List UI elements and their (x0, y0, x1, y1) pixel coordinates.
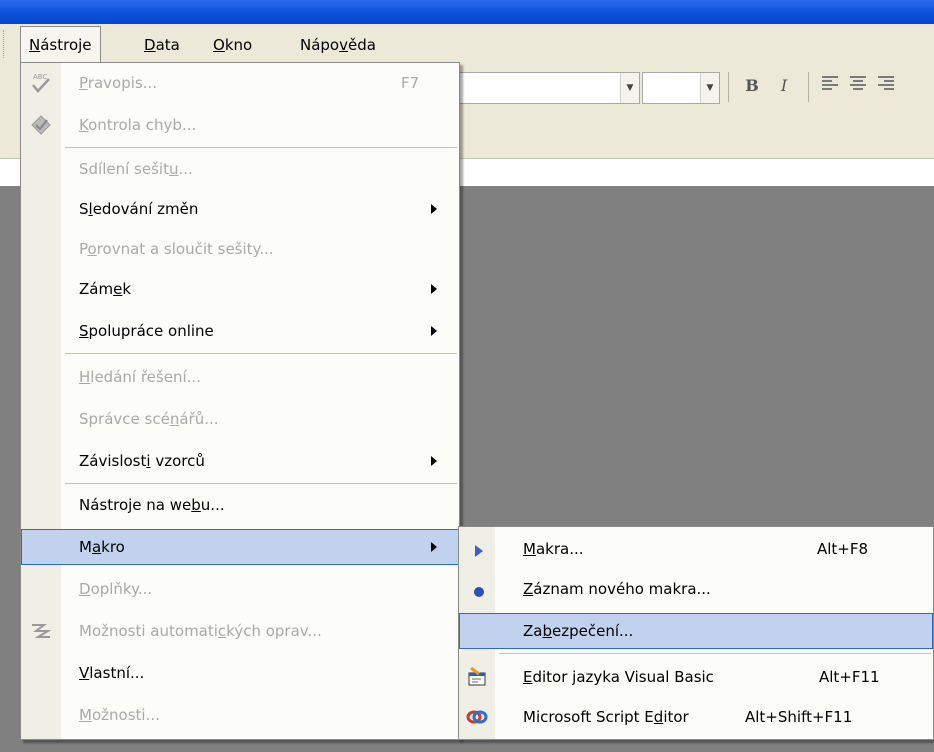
script-editor-icon (465, 705, 489, 729)
menu-item-zabezpeceni[interactable]: Zabezpečení... (459, 613, 933, 649)
menu-item-nastroje-na-webu[interactable]: Nástroje na webu... (21, 487, 459, 523)
italic-icon[interactable]: I (772, 74, 796, 98)
menu-item-zamek[interactable]: Zámek (21, 271, 459, 307)
submenu-arrow-icon (431, 284, 437, 294)
chevron-down-icon[interactable]: ▼ (620, 73, 639, 103)
tools-menu: ABC Pravopis... F7 Kontrola chyb... Sdíl… (20, 62, 460, 740)
menu-item-pravopis[interactable]: ABC Pravopis... F7 (21, 65, 459, 101)
toolbar-separator (808, 72, 809, 102)
menu-okno[interactable]: Okno (205, 26, 260, 64)
menu-item-zaznam-makra[interactable]: Záznam nového makra... (459, 571, 933, 607)
menu-item-zavislosti-vzorcu[interactable]: Závislosti vzorců (21, 443, 459, 479)
menu-item-porovnat-sesity[interactable]: Porovnat a sloučit sešity... (21, 231, 459, 267)
shortcut-text: F7 (401, 74, 420, 92)
chevron-down-icon[interactable]: ▼ (700, 73, 719, 103)
submenu-arrow-icon (431, 326, 437, 336)
font-size-combo[interactable]: ▼ (642, 72, 720, 104)
menu-item-moznosti[interactable]: Možnosti... (21, 697, 459, 733)
menu-separator (499, 653, 931, 654)
run-macro-icon (467, 539, 491, 563)
align-right-icon[interactable] (874, 74, 898, 98)
menu-item-makro[interactable]: Makro (21, 529, 459, 565)
record-macro-icon (467, 579, 491, 603)
menu-item-spravce-scenaru[interactable]: Správce scénářů... (21, 401, 459, 437)
vba-editor-icon (465, 665, 489, 689)
menu-item-kontrola-chyb[interactable]: Kontrola chyb... (21, 107, 459, 143)
bold-icon[interactable]: B (740, 74, 764, 98)
menu-item-doplnky[interactable]: Doplňky... (21, 571, 459, 607)
spelling-check-icon: ABC (29, 71, 53, 95)
menu-item-automaticke-opravy[interactable]: Možnosti automatických oprav... (21, 613, 459, 649)
menu-bar: Nástroje Data Okno Nápověda (0, 24, 934, 65)
align-left-icon[interactable] (818, 74, 842, 98)
error-check-icon (29, 113, 53, 137)
svg-text:ABC: ABC (33, 73, 47, 81)
submenu-arrow-icon (431, 204, 437, 214)
menu-item-sledovani-zmen[interactable]: Sledování změn (21, 191, 459, 227)
menu-item-hledani-reseni[interactable]: Hledání řešení... (21, 359, 459, 395)
menu-item-spoluprace-online[interactable]: Spolupráce online (21, 313, 459, 349)
shortcut-text: Alt+F11 (819, 668, 880, 686)
window-title-bar (0, 0, 934, 24)
menu-separator (65, 483, 457, 484)
menu-napoveda[interactable]: Nápověda (292, 26, 384, 64)
menu-item-makra[interactable]: Makra... Alt+F8 (459, 531, 933, 567)
menu-item-visual-basic-editor[interactable]: Editor jazyka Visual Basic Alt+F11 (459, 659, 933, 695)
menubar-grip-handle[interactable] (3, 30, 7, 58)
align-center-icon[interactable] (846, 74, 870, 98)
toolbar-separator (728, 72, 729, 102)
submenu-arrow-icon (431, 456, 437, 466)
menu-item-script-editor[interactable]: Microsoft Script Editor Alt+Shift+F11 (459, 699, 933, 735)
menu-nastroje[interactable]: Nástroje (20, 26, 101, 65)
menu-separator (65, 147, 457, 148)
menu-item-vlastni[interactable]: Vlastní... (21, 655, 459, 691)
shortcut-text: Alt+F8 (817, 540, 869, 558)
menu-item-sdileni-sesitu[interactable]: Sdílení sešitu... (21, 151, 459, 187)
macro-submenu: Makra... Alt+F8 Záznam nového makra... Z… (458, 526, 934, 740)
menu-data[interactable]: Data (136, 26, 188, 64)
submenu-arrow-icon (431, 542, 437, 552)
autocorrect-icon (29, 619, 53, 643)
shortcut-text: Alt+Shift+F11 (745, 708, 853, 726)
menu-separator (65, 353, 457, 354)
